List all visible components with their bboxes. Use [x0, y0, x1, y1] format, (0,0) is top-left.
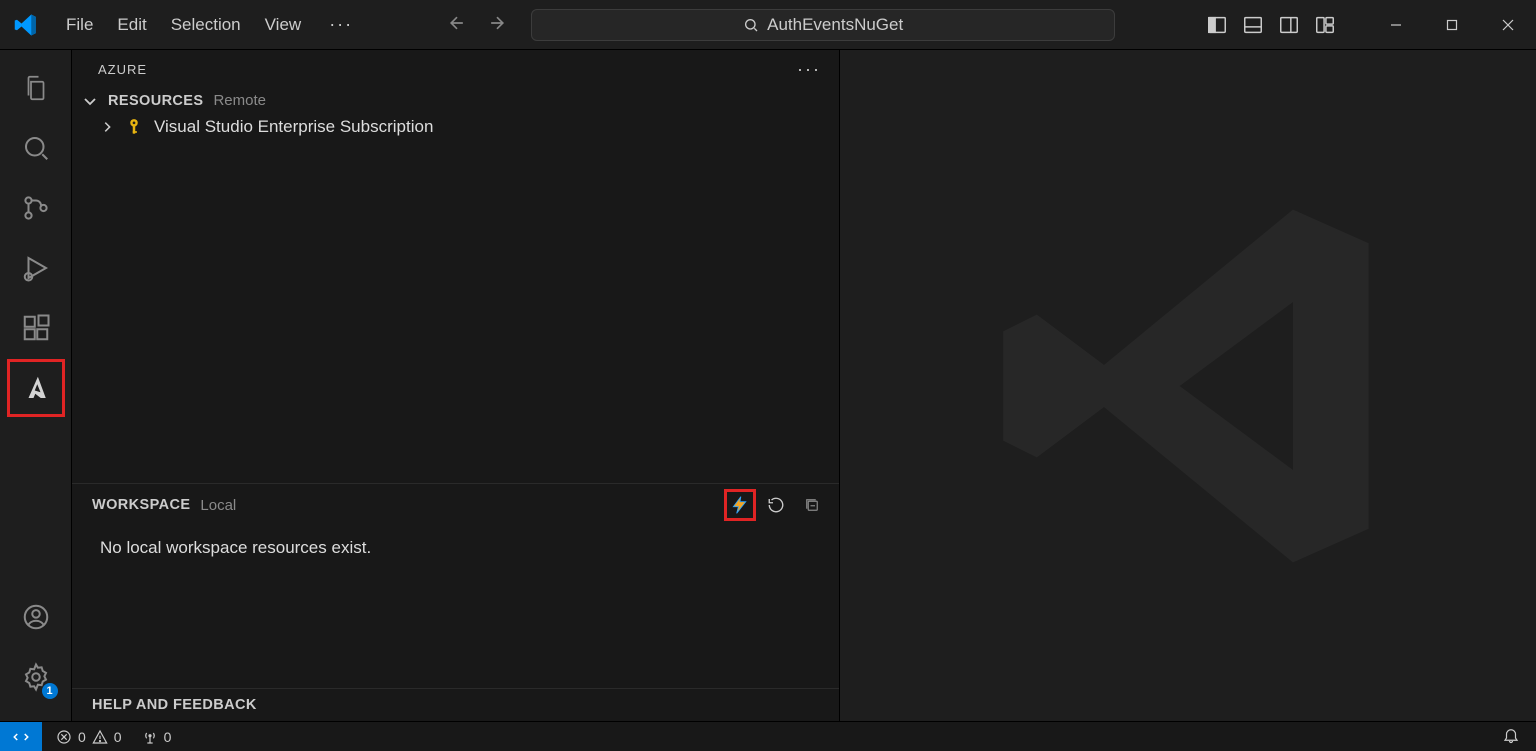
- activity-bar: 1: [0, 50, 72, 721]
- remote-indicator[interactable]: [0, 722, 42, 751]
- radio-tower-icon: [142, 729, 158, 745]
- window-controls: [1368, 0, 1536, 50]
- title-bar-left: File Edit Selection View ··· AuthEventsN…: [0, 9, 1115, 41]
- menu-view[interactable]: View: [265, 15, 302, 35]
- section-workspace-header[interactable]: WORKSPACE Local: [72, 484, 839, 520]
- nav-forward-icon[interactable]: [487, 13, 507, 36]
- nav-arrows: [447, 13, 507, 36]
- status-error-count: 0: [78, 729, 86, 745]
- sidebar-more-icon[interactable]: ···: [797, 59, 821, 80]
- main-body: 1 AZURE ··· RESOURCES Remote Visual Stud…: [0, 50, 1536, 721]
- section-resources-title: RESOURCES: [108, 93, 203, 109]
- minimize-button[interactable]: [1368, 0, 1424, 50]
- activity-source-control-icon[interactable]: [12, 184, 60, 232]
- resource-subscription-item[interactable]: Visual Studio Enterprise Subscription: [72, 113, 839, 141]
- vscode-logo-icon: [14, 13, 38, 37]
- editor-area: [840, 50, 1536, 721]
- section-workspace-sub: Local: [200, 497, 236, 514]
- toggle-secondary-sidebar-icon[interactable]: [1278, 14, 1300, 36]
- chevron-right-icon: [100, 120, 114, 134]
- status-ports-count: 0: [164, 729, 172, 745]
- activity-azure-icon[interactable]: [12, 364, 60, 412]
- vscode-watermark-icon: [978, 176, 1398, 596]
- settings-badge: 1: [42, 683, 58, 699]
- maximize-button[interactable]: [1424, 0, 1480, 50]
- status-problems[interactable]: 0 0: [56, 729, 122, 745]
- nav-back-icon[interactable]: [447, 13, 467, 36]
- menu-edit[interactable]: Edit: [117, 15, 146, 35]
- section-help-header[interactable]: HELP AND FEEDBACK: [72, 689, 839, 721]
- section-workspace-title: WORKSPACE: [92, 497, 190, 513]
- toggle-panel-icon[interactable]: [1242, 14, 1264, 36]
- activity-explorer-icon[interactable]: [12, 64, 60, 112]
- title-bar: File Edit Selection View ··· AuthEventsN…: [0, 0, 1536, 50]
- main-menu: File Edit Selection View: [66, 15, 301, 35]
- menu-file[interactable]: File: [66, 15, 93, 35]
- activity-accounts-icon[interactable]: [12, 593, 60, 641]
- activity-search-icon[interactable]: [12, 124, 60, 172]
- workspace-actions: [727, 492, 829, 518]
- section-help-title: HELP AND FEEDBACK: [92, 697, 257, 713]
- collapse-all-icon[interactable]: [799, 492, 825, 518]
- notifications-icon[interactable]: [1502, 726, 1520, 747]
- close-button[interactable]: [1480, 0, 1536, 50]
- error-icon: [56, 729, 72, 745]
- sidebar-azure: AZURE ··· RESOURCES Remote Visual Studio…: [72, 50, 840, 721]
- workspace-empty-message: No local workspace resources exist.: [72, 520, 839, 568]
- refresh-icon[interactable]: [763, 492, 789, 518]
- command-center-text: AuthEventsNuGet: [767, 15, 903, 35]
- customize-layout-icon[interactable]: [1314, 14, 1336, 36]
- status-bar: 0 0 0: [0, 721, 1536, 751]
- key-icon: [124, 117, 144, 137]
- activity-extensions-icon[interactable]: [12, 304, 60, 352]
- toggle-primary-sidebar-icon[interactable]: [1206, 14, 1228, 36]
- resource-subscription-label: Visual Studio Enterprise Subscription: [154, 117, 433, 137]
- warning-icon: [92, 729, 108, 745]
- section-resources-header[interactable]: RESOURCES Remote: [72, 88, 839, 113]
- activity-run-debug-icon[interactable]: [12, 244, 60, 292]
- create-function-icon[interactable]: [727, 492, 753, 518]
- menu-selection[interactable]: Selection: [171, 15, 241, 35]
- layout-controls: [1206, 14, 1336, 36]
- search-icon: [743, 17, 759, 33]
- section-resources-sub: Remote: [213, 92, 266, 109]
- sidebar-title: AZURE: [98, 62, 147, 77]
- section-help: HELP AND FEEDBACK: [72, 688, 839, 721]
- menu-more-icon[interactable]: ···: [329, 14, 353, 35]
- section-workspace: WORKSPACE Local No local workspace resou…: [72, 483, 839, 688]
- status-ports[interactable]: 0: [142, 729, 172, 745]
- activity-settings-icon[interactable]: 1: [12, 653, 60, 701]
- sidebar-header: AZURE ···: [72, 50, 839, 88]
- chevron-down-icon: [82, 93, 98, 109]
- status-warning-count: 0: [114, 729, 122, 745]
- command-center[interactable]: AuthEventsNuGet: [531, 9, 1115, 41]
